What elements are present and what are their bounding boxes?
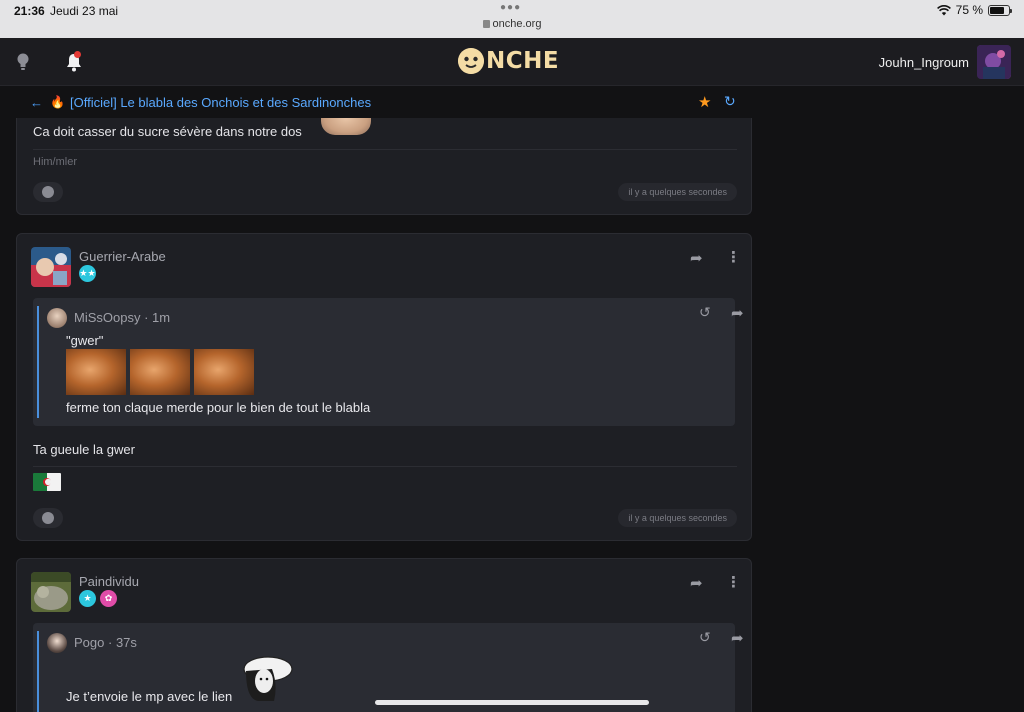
address-bar[interactable]: onche.org xyxy=(0,18,1024,30)
lock-icon xyxy=(482,20,490,28)
sticker-image xyxy=(243,656,293,701)
post-card: Ca doit casser du sucre sévère dans notr… xyxy=(16,118,752,215)
username[interactable]: Jouhn_Ingroum xyxy=(879,55,969,70)
avatar[interactable] xyxy=(47,633,67,653)
home-indicator[interactable] xyxy=(375,700,649,705)
quote-text: Je t’envoie le mp avec le lien xyxy=(66,689,233,704)
post-card: Guerrier-Arabe ★★ ➦ ⋮ MiSsOopsy · 1m ↺ ➦… xyxy=(16,233,752,541)
history-icon[interactable]: ↺ xyxy=(699,304,711,321)
quote-block: Pogo · 37s ↺ ➦ Je t’envoie le mp avec le… xyxy=(33,623,744,712)
onche-face-icon xyxy=(458,48,484,74)
share-icon[interactable]: ➦ xyxy=(731,629,744,647)
post-time: il y a quelques secondes xyxy=(618,183,737,201)
avatar[interactable] xyxy=(977,45,1011,79)
sticker-image xyxy=(130,349,190,395)
quote-text: ferme ton claque merde pour le bien de t… xyxy=(66,400,371,415)
smiley-icon xyxy=(42,512,54,524)
quote-bar xyxy=(37,306,39,418)
quote-time: 37s xyxy=(115,635,137,650)
separator-dot: · xyxy=(108,635,116,650)
sticker-image xyxy=(321,118,371,135)
battery-percent: 75 % xyxy=(955,3,983,17)
refresh-icon[interactable]: ↻ xyxy=(724,93,736,110)
avatar[interactable] xyxy=(47,308,67,328)
app-header: NCHE Jouhn_Ingroum xyxy=(0,38,1024,86)
divider xyxy=(33,466,737,467)
algeria-flag-icon xyxy=(33,473,61,491)
history-icon[interactable]: ↺ xyxy=(699,629,711,646)
separator-dot: · xyxy=(144,310,153,325)
quote-author-name[interactable]: MiSsOopsy xyxy=(74,310,140,325)
back-arrow-icon[interactable]: ← xyxy=(30,95,43,110)
post-text: Ta gueule la gwer xyxy=(33,442,135,457)
sticker-image xyxy=(194,349,254,395)
share-icon[interactable]: ➦ xyxy=(690,249,703,267)
post-time: il y a quelques secondes xyxy=(618,509,737,527)
sticker-image xyxy=(66,349,126,395)
signature: Him/mler xyxy=(33,156,77,168)
post-text: Ca doit casser du sucre sévère dans notr… xyxy=(33,124,302,139)
wifi-icon xyxy=(936,4,951,15)
reaction-button[interactable] xyxy=(33,508,63,528)
topic-bar: ← 🔥 [Officiel] Le blabla des Onchois et … xyxy=(18,87,748,117)
clock: 21:36 xyxy=(14,4,45,18)
author-name[interactable]: Paindividu xyxy=(79,574,139,589)
site-logo[interactable]: NCHE xyxy=(458,48,559,74)
quote-author[interactable]: MiSsOopsy · 1m xyxy=(74,310,170,325)
quote-author[interactable]: Pogo · 37s xyxy=(74,635,137,650)
avatar[interactable] xyxy=(31,572,71,612)
fire-icon: 🔥 xyxy=(50,95,65,109)
status-icons: 75 % xyxy=(936,3,1012,17)
status-bar: 21:36 Jeudi 23 mai ●●● onche.org 75 % xyxy=(0,0,1024,38)
avatar[interactable] xyxy=(31,247,71,287)
post-card: Paindividu ★ ✿ ➦ ⋮ Pogo · 37s ↺ ➦ Je t’e… xyxy=(16,558,752,712)
quote-text: "gwer" xyxy=(66,333,104,348)
notification-dot xyxy=(74,51,81,58)
rank-badge: ★★ xyxy=(79,265,96,282)
author-name[interactable]: Guerrier-Arabe xyxy=(79,249,166,264)
star-icon[interactable]: ★ xyxy=(698,93,711,111)
more-icon[interactable]: ⋮ xyxy=(726,248,741,266)
special-badge: ✿ xyxy=(100,590,117,607)
reaction-button[interactable] xyxy=(33,182,63,202)
divider xyxy=(33,149,737,150)
share-icon[interactable]: ➦ xyxy=(731,304,744,322)
topic-title[interactable]: [Officiel] Le blabla des Onchois et des … xyxy=(70,95,371,110)
url-text: onche.org xyxy=(492,18,542,30)
more-icon[interactable]: ⋮ xyxy=(726,573,741,591)
lightbulb-icon[interactable] xyxy=(16,53,30,71)
battery-icon xyxy=(988,4,1012,16)
quote-author-name[interactable]: Pogo xyxy=(74,635,104,650)
quote-time: 1m xyxy=(152,310,171,325)
rank-badge: ★ xyxy=(79,590,96,607)
date: Jeudi 23 mai xyxy=(50,4,119,18)
quote-block: MiSsOopsy · 1m ↺ ➦ "gwer" ferme ton claq… xyxy=(33,298,744,426)
logo-text: NCHE xyxy=(486,48,560,74)
more-dots-icon[interactable]: ●●● xyxy=(500,2,521,13)
smiley-icon xyxy=(42,186,54,198)
share-icon[interactable]: ➦ xyxy=(690,574,703,592)
quote-bar xyxy=(37,631,39,712)
